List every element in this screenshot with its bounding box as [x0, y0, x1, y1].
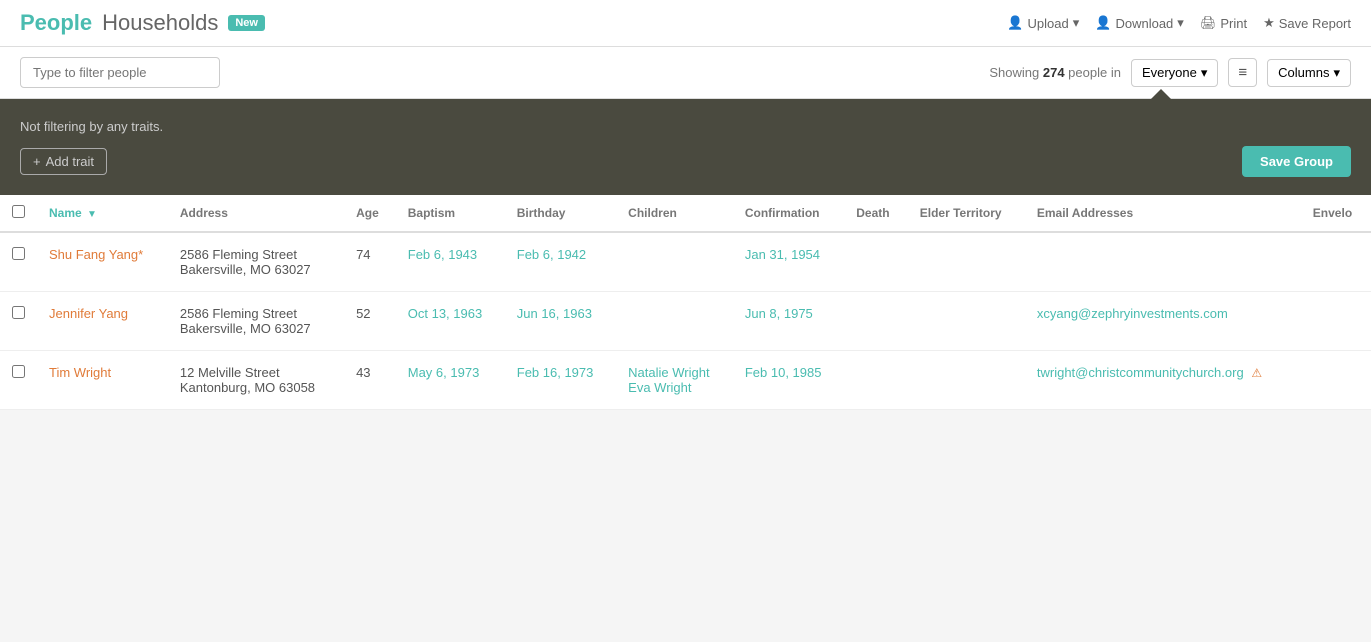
select-all-header[interactable]	[0, 195, 37, 232]
row1-death	[844, 232, 907, 292]
row2-email[interactable]: xcyang@zephryinvestments.com	[1025, 292, 1301, 351]
row2-death	[844, 292, 907, 351]
row1-confirmation: Jan 31, 1954	[733, 232, 844, 292]
save-group-button[interactable]: Save Group	[1242, 146, 1351, 177]
select-all-checkbox[interactable]	[12, 205, 25, 218]
trait-panel: Not filtering by any traits. + Add trait…	[0, 99, 1371, 195]
download-button[interactable]: 👤 Download ▾	[1095, 15, 1184, 31]
col-birthday: Birthday	[505, 195, 616, 232]
col-name[interactable]: Name ▼	[37, 195, 168, 232]
row3-elder-territory	[908, 351, 1025, 410]
title-people: People	[20, 10, 92, 36]
print-button[interactable]: 🖨 Print	[1200, 15, 1247, 31]
row2-confirmation: Jun 8, 1975	[733, 292, 844, 351]
plus-icon: +	[33, 154, 41, 169]
filter-people-input[interactable]	[20, 57, 220, 88]
row3-children: Natalie Wright Eva Wright	[616, 351, 733, 410]
top-bar: People Households New 👤 Upload ▾ 👤 Downl…	[0, 0, 1371, 47]
row2-envelope	[1301, 292, 1371, 351]
people-table-container: Name ▼ Address Age Baptism Birthday Chil…	[0, 195, 1371, 410]
row3-email[interactable]: twright@christcommunitychurch.org ⚠	[1025, 351, 1301, 410]
col-death: Death	[844, 195, 907, 232]
filter-right: Showing 274 people in Everyone ▾ ≡ Colum…	[989, 58, 1351, 87]
row3-address: 12 Melville Street Kantonburg, MO 63058	[168, 351, 344, 410]
row1-email	[1025, 232, 1301, 292]
warning-icon: ⚠	[1251, 366, 1262, 380]
row2-checkbox[interactable]	[12, 306, 25, 319]
table-row: Jennifer Yang 2586 Fleming Street Bakers…	[0, 292, 1371, 351]
row3-age: 43	[344, 351, 396, 410]
title-households: Households	[102, 10, 218, 36]
row1-checkbox[interactable]	[12, 247, 25, 260]
row2-checkbox-cell[interactable]	[0, 292, 37, 351]
add-trait-button[interactable]: + Add trait	[20, 148, 107, 175]
row2-name[interactable]: Jennifer Yang	[37, 292, 168, 351]
title-section: People Households New	[20, 10, 265, 36]
row1-baptism: Feb 6, 1943	[396, 232, 505, 292]
col-age: Age	[344, 195, 396, 232]
row3-checkbox[interactable]	[12, 365, 25, 378]
chevron-down-icon: ▾	[1177, 15, 1184, 31]
row3-checkbox-cell[interactable]	[0, 351, 37, 410]
row3-confirmation: Feb 10, 1985	[733, 351, 844, 410]
row2-elder-territory	[908, 292, 1025, 351]
sort-icon: ▼	[87, 209, 97, 220]
table-header-row: Name ▼ Address Age Baptism Birthday Chil…	[0, 195, 1371, 232]
row3-baptism: May 6, 1973	[396, 351, 505, 410]
row1-name[interactable]: Shu Fang Yang*	[37, 232, 168, 292]
print-icon: 🖨	[1200, 15, 1217, 31]
col-email-addresses: Email Addresses	[1025, 195, 1301, 232]
row3-death	[844, 351, 907, 410]
top-actions: 👤 Upload ▾ 👤 Download ▾ 🖨 Print ★ Save R…	[1007, 15, 1351, 31]
table-row: Shu Fang Yang* 2586 Fleming Street Baker…	[0, 232, 1371, 292]
showing-text: Showing 274 people in	[989, 65, 1121, 80]
columns-dropdown[interactable]: Columns ▾	[1267, 59, 1351, 87]
col-envelope: Envelo	[1301, 195, 1371, 232]
row3-envelope	[1301, 351, 1371, 410]
row2-birthday: Jun 16, 1963	[505, 292, 616, 351]
upload-button[interactable]: 👤 Upload ▾	[1007, 15, 1079, 31]
row2-children	[616, 292, 733, 351]
upload-icon: 👤	[1007, 15, 1023, 31]
row1-envelope	[1301, 232, 1371, 292]
col-confirmation: Confirmation	[733, 195, 844, 232]
everyone-dropdown[interactable]: Everyone ▾	[1131, 59, 1218, 87]
col-baptism: Baptism	[396, 195, 505, 232]
col-children: Children	[616, 195, 733, 232]
row1-age: 74	[344, 232, 396, 292]
col-elder-territory: Elder Territory	[908, 195, 1025, 232]
download-icon: 👤	[1095, 15, 1111, 31]
list-icon: ≡	[1238, 64, 1247, 81]
trait-panel-message: Not filtering by any traits.	[20, 119, 1351, 134]
row1-children	[616, 232, 733, 292]
row2-age: 52	[344, 292, 396, 351]
row3-name[interactable]: Tim Wright	[37, 351, 168, 410]
row1-address: 2586 Fleming Street Bakersville, MO 6302…	[168, 232, 344, 292]
save-report-button[interactable]: ★ Save Report	[1263, 15, 1351, 31]
row2-baptism: Oct 13, 1963	[396, 292, 505, 351]
people-table: Name ▼ Address Age Baptism Birthday Chil…	[0, 195, 1371, 410]
row1-elder-territory	[908, 232, 1025, 292]
row1-checkbox-cell[interactable]	[0, 232, 37, 292]
caret-up	[1151, 89, 1171, 99]
row3-birthday: Feb 16, 1973	[505, 351, 616, 410]
row2-address: 2586 Fleming Street Bakersville, MO 6302…	[168, 292, 344, 351]
col-address: Address	[168, 195, 344, 232]
chevron-down-icon: ▾	[1201, 65, 1208, 81]
chevron-down-icon: ▾	[1073, 15, 1080, 31]
chevron-down-icon: ▾	[1333, 65, 1340, 81]
table-row: Tim Wright 12 Melville Street Kantonburg…	[0, 351, 1371, 410]
new-badge: New	[228, 15, 265, 31]
list-view-button[interactable]: ≡	[1228, 58, 1257, 87]
row1-birthday: Feb 6, 1942	[505, 232, 616, 292]
star-icon: ★	[1263, 15, 1275, 31]
